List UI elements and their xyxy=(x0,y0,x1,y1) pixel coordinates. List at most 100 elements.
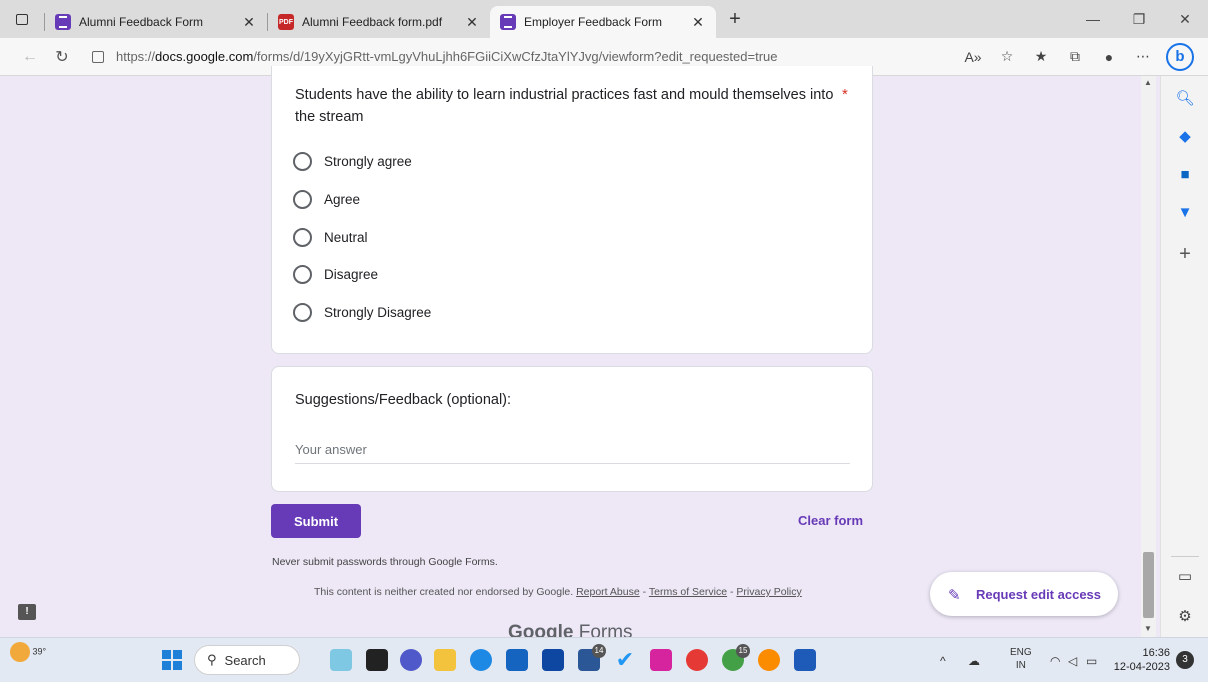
report-abuse-link[interactable]: Report Abuse xyxy=(576,586,640,598)
mail-icon[interactable] xyxy=(542,649,564,671)
radio-button[interactable] xyxy=(293,303,312,322)
option-label: Strongly agree xyxy=(324,154,412,169)
volume-icon[interactable]: ◁ xyxy=(1068,638,1077,682)
favorites-icon[interactable]: ★ xyxy=(1024,48,1058,65)
more-icon[interactable]: ⋯ xyxy=(1126,48,1160,65)
taskbar-search-label: Search xyxy=(224,652,266,668)
close-icon[interactable]: ✕ xyxy=(464,14,480,31)
windows-taskbar: 39° ⚲ Search 14 ✔ 15 ^ ☁ ENG IN ◠ ◁ ▭ 16… xyxy=(0,637,1208,682)
copilot-icon[interactable]: b xyxy=(1166,42,1194,71)
page-scrollbar[interactable]: ▲ ▼ xyxy=(1141,76,1156,637)
close-icon[interactable]: ✕ xyxy=(690,14,706,31)
back-icon[interactable]: ← xyxy=(14,41,46,73)
terms-link[interactable]: Terms of Service xyxy=(649,586,727,598)
option-strongly-disagree[interactable]: Strongly Disagree xyxy=(293,303,431,322)
suggestions-input[interactable]: Your answer xyxy=(295,442,850,464)
favorite-add-icon[interactable]: ☆ xyxy=(990,48,1024,65)
close-window-icon[interactable]: ✕ xyxy=(1162,0,1208,38)
scroll-thumb[interactable] xyxy=(1143,552,1154,618)
logo-forms: Forms xyxy=(578,622,633,637)
site-info-icon[interactable] xyxy=(92,50,104,63)
search-icon[interactable]: 🔍︎ xyxy=(1175,88,1195,108)
taskbar-search[interactable]: ⚲ Search xyxy=(194,645,300,675)
lang-top: ENG xyxy=(1010,647,1032,658)
battery-icon[interactable]: ▭ xyxy=(1086,638,1097,682)
forms-icon xyxy=(55,14,71,30)
option-label: Strongly Disagree xyxy=(324,305,432,320)
task-view-icon[interactable] xyxy=(366,649,388,671)
feedback-icon[interactable]: ! xyxy=(18,604,36,620)
gear-icon[interactable]: ⚙ xyxy=(1175,606,1195,626)
read-aloud-icon[interactable]: A» xyxy=(956,49,990,65)
clock-date: 12-04-2023 xyxy=(1113,661,1170,673)
scroll-down-icon[interactable]: ▼ xyxy=(1144,624,1152,633)
edge-browser-icon[interactable] xyxy=(470,649,492,671)
instagram-icon[interactable] xyxy=(650,649,672,671)
teams-chat-icon[interactable] xyxy=(400,649,422,671)
question-text: Students have the ability to learn indus… xyxy=(295,87,834,125)
option-disagree[interactable]: Disagree xyxy=(293,265,378,284)
clock-time: 16:36 xyxy=(1142,647,1170,659)
profile-icon[interactable]: ● xyxy=(1092,49,1126,65)
disclaimer-text: This content is neither created nor endo… xyxy=(314,586,574,598)
new-tab-button[interactable]: + xyxy=(720,8,750,31)
drop-icon[interactable]: ▼ xyxy=(1175,202,1195,222)
language-indicator[interactable]: ENG IN xyxy=(1010,646,1032,672)
store-icon[interactable] xyxy=(506,649,528,671)
tab-actions-button[interactable] xyxy=(0,0,44,38)
tab-employer-feedback-form[interactable]: Employer Feedback Form ✕ xyxy=(490,6,716,38)
chrome-icon[interactable] xyxy=(686,649,708,671)
tab-alumni-feedback-pdf[interactable]: PDF Alumni Feedback form.pdf ✕ xyxy=(268,6,490,38)
tab-title: Employer Feedback Form xyxy=(524,15,663,29)
tray-chevron-icon[interactable]: ^ xyxy=(940,638,946,682)
widgets-icon[interactable] xyxy=(330,649,352,671)
minimize-icon[interactable]: — xyxy=(1070,0,1116,38)
logo-google: Google xyxy=(508,622,574,637)
weather-widget[interactable]: 39° xyxy=(10,642,46,662)
sidebar-divider xyxy=(1171,556,1199,557)
request-edit-label: Request edit access xyxy=(976,586,1102,602)
option-label: Disagree xyxy=(324,267,379,282)
option-neutral[interactable]: Neutral xyxy=(293,228,368,247)
close-icon[interactable]: ✕ xyxy=(241,14,257,31)
shopping-icon[interactable]: ◆ xyxy=(1175,126,1195,146)
file-explorer-icon[interactable] xyxy=(434,649,456,671)
tab-bar: Alumni Feedback Form ✕ PDF Alumni Feedba… xyxy=(0,0,1208,38)
pdf-icon: PDF xyxy=(278,14,294,30)
tab-alumni-feedback-form[interactable]: Alumni Feedback Form ✕ xyxy=(45,6,267,38)
notification-center-badge[interactable]: 3 xyxy=(1176,651,1194,669)
restore-icon[interactable]: ❐ xyxy=(1116,0,1162,38)
privacy-link[interactable]: Privacy Policy xyxy=(736,586,801,598)
outlook-icon[interactable]: ■ xyxy=(1175,164,1195,184)
wifi-icon[interactable]: ◠ xyxy=(1050,638,1060,682)
clear-form-button[interactable]: Clear form xyxy=(798,513,863,528)
url-domain: docs.google.com xyxy=(155,49,254,64)
word-icon[interactable] xyxy=(794,649,816,671)
start-button[interactable] xyxy=(162,650,182,670)
footer-disclaimer: This content is neither created nor endo… xyxy=(314,586,802,598)
google-forms-logo[interactable]: Google Forms xyxy=(508,620,633,637)
todo-icon[interactable]: ✔ xyxy=(614,649,636,671)
radio-button[interactable] xyxy=(293,152,312,171)
pencil-icon: ✎ xyxy=(948,587,961,604)
footer-separator: - xyxy=(727,586,737,598)
request-edit-access-button[interactable]: ✎ Request edit access xyxy=(930,572,1118,616)
chrome-alt-icon[interactable] xyxy=(758,649,780,671)
split-screen-icon[interactable]: ▭ xyxy=(1175,566,1195,586)
radio-button[interactable] xyxy=(293,190,312,209)
url-path: /forms/d/19yXyjGRtt-vmLgyVhuLjhh6FGiiCiX… xyxy=(253,49,778,64)
option-strongly-agree[interactable]: Strongly agree xyxy=(293,152,412,171)
scroll-up-icon[interactable]: ▲ xyxy=(1144,78,1152,87)
forms-icon xyxy=(500,14,516,30)
submit-button[interactable]: Submit xyxy=(271,504,361,538)
onedrive-icon[interactable]: ☁ xyxy=(968,638,980,682)
radio-button[interactable] xyxy=(293,228,312,247)
radio-button[interactable] xyxy=(293,265,312,284)
collections-icon[interactable]: ⧉ xyxy=(1058,48,1092,65)
teams-icon[interactable]: 14 xyxy=(578,644,606,671)
chrome-profile-icon[interactable]: 15 xyxy=(722,644,750,671)
add-icon[interactable]: + xyxy=(1175,243,1195,265)
clock[interactable]: 16:36 12-04-2023 xyxy=(1110,646,1170,674)
refresh-icon[interactable]: ↻ xyxy=(46,41,78,73)
option-agree[interactable]: Agree xyxy=(293,190,360,209)
